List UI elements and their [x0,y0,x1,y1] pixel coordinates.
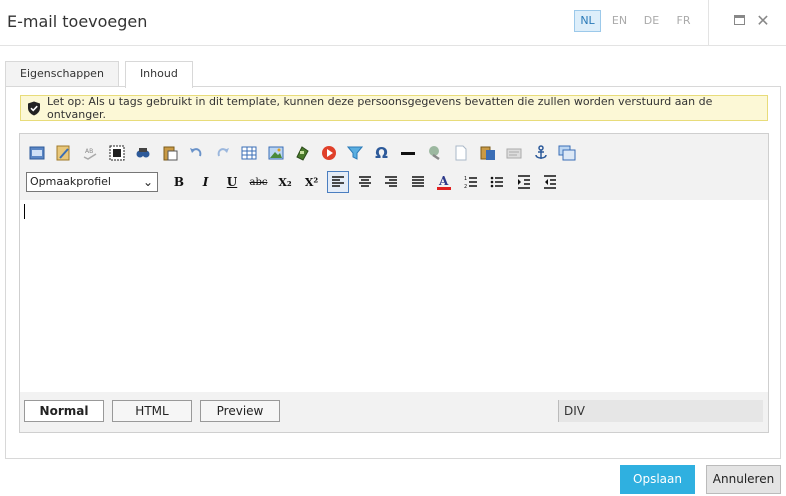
svg-text:AB: AB [85,148,93,155]
align-center-icon[interactable] [354,171,376,193]
mode-normal-button[interactable]: Normal [24,400,104,422]
underline-icon[interactable]: U [221,171,243,193]
format-style-select[interactable]: Opmaakprofiel ⌄ [26,172,158,192]
formatting-icon[interactable] [556,142,578,164]
indent-icon[interactable] [513,171,535,193]
chevron-down-icon: ⌄ [142,175,153,189]
tab-bar: Eigenschappen Inhoud [5,61,199,88]
image-icon[interactable] [265,142,287,164]
image-manager-icon[interactable] [53,142,75,164]
undo-icon[interactable] [185,142,207,164]
tab-content-inhoud: Let op: Als u tags gebruikt in dit templ… [5,86,781,459]
redo-icon[interactable] [212,142,234,164]
dialog-titlebar: E-mail toevoegen NL EN DE FR ✕ [0,0,786,46]
language-switcher: NL EN DE FR [574,10,697,32]
font-color-icon[interactable]: A [433,171,455,193]
superscript-icon[interactable]: X² [301,171,323,193]
dialog-body: Eigenschappen Inhoud Let op: Als u tags … [5,55,781,459]
bold-glyph: B [173,175,185,189]
paste-word-icon[interactable] [477,142,499,164]
table-icon[interactable] [238,142,260,164]
italic-icon[interactable]: I [195,171,217,193]
editor-toolbar-row-2: Opmaakprofiel ⌄ B I U abc X₂ X² A 1 2 [26,171,566,193]
select-all-icon[interactable] [106,142,128,164]
save-button[interactable]: Opslaan [620,465,695,494]
media-icon[interactable] [291,142,313,164]
subscript-icon[interactable]: X₂ [274,171,296,193]
dialog-title: E-mail toevoegen [7,12,148,31]
paste-icon[interactable] [159,142,181,164]
omega-symbol-icon[interactable]: Ω [371,142,393,164]
svg-text:A: A [438,174,449,188]
justify-icon[interactable] [407,171,429,193]
language-de-button[interactable]: DE [638,10,665,32]
strikethrough-icon[interactable]: abc [248,171,270,193]
paste-text-icon[interactable] [503,142,525,164]
cancel-button[interactable]: Annuleren [706,465,781,494]
tab-eigenschappen[interactable]: Eigenschappen [5,61,119,86]
spellcheck-icon[interactable]: AB [79,142,101,164]
tab-inhoud[interactable]: Inhoud [124,61,193,88]
privacy-warning: Let op: Als u tags gebruikt in dit templ… [20,95,768,121]
strike-glyph: abc [249,176,268,188]
rich-text-editor: AB Ω Opmaakprofiel ⌄ B I U abc X₂ X² A 1… [19,133,769,433]
svg-text:2: 2 [464,184,467,189]
new-document-icon[interactable] [450,142,472,164]
language-en-button[interactable]: EN [606,10,633,32]
subscript-glyph: X₂ [278,175,292,189]
outdent-icon[interactable] [539,171,561,193]
omega-glyph: Ω [375,144,388,162]
filter-icon[interactable] [344,142,366,164]
bold-icon[interactable]: B [168,171,190,193]
mode-preview-button[interactable]: Preview [200,400,280,422]
horizontal-rule-icon[interactable] [397,142,419,164]
unordered-list-icon[interactable] [486,171,508,193]
element-path-indicator: DIV [558,400,763,422]
close-icon[interactable]: ✕ [754,12,772,30]
editor-mode-bar: Normal HTML Preview DIV [20,392,768,432]
find-replace-icon[interactable] [132,142,154,164]
language-nl-button[interactable]: NL [574,10,601,32]
warning-text: Let op: Als u tags gebruikt in dit templ… [47,95,713,121]
titlebar-divider [708,0,709,46]
italic-glyph: I [202,175,209,189]
shield-check-icon [28,101,40,115]
maximize-icon[interactable] [731,12,749,30]
flash-icon[interactable] [318,142,340,164]
align-right-icon[interactable] [380,171,402,193]
ordered-list-icon[interactable]: 12 [460,171,482,193]
hyperlink-icon[interactable] [424,142,446,164]
template-icon[interactable] [26,142,48,164]
superscript-glyph: X² [304,175,319,189]
language-fr-button[interactable]: FR [670,10,697,32]
editor-toolbar-row-1: AB Ω [26,142,583,164]
dialog-footer: Opslaan Annuleren [0,459,786,496]
text-caret [24,204,25,219]
anchor-icon[interactable] [530,142,552,164]
underline-glyph: U [226,175,238,189]
align-left-icon[interactable] [327,171,349,193]
format-style-value: Opmaakprofiel [30,175,111,188]
svg-text:1: 1 [464,176,467,182]
mode-html-button[interactable]: HTML [112,400,192,422]
editor-content-area[interactable] [20,200,768,392]
